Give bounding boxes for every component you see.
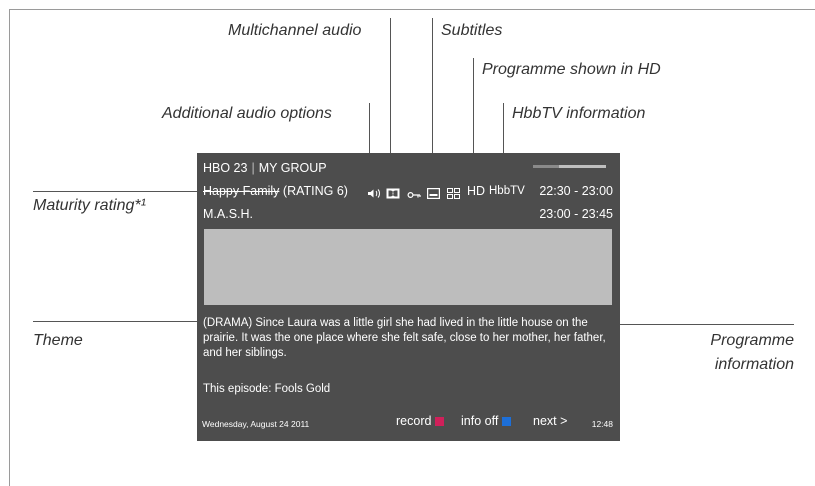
tv-info-screen: HBO 23 | MY GROUP Happy Family (RATING 6) … bbox=[197, 153, 620, 441]
next-button[interactable]: next > bbox=[533, 414, 567, 429]
channel-separator: | bbox=[251, 161, 255, 175]
current-title: Happy Family bbox=[203, 184, 280, 198]
callout-programme-information: Programme information bbox=[640, 332, 794, 374]
callout-multichannel-audio: Multichannel audio bbox=[228, 22, 362, 39]
current-programme-time: 22:30 - 23:00 bbox=[539, 184, 613, 198]
record-button[interactable]: record bbox=[396, 414, 445, 429]
info-off-button[interactable]: info off bbox=[461, 414, 512, 429]
record-label: record bbox=[396, 414, 432, 428]
date-label: Wednesday, August 24 2011 bbox=[202, 419, 310, 429]
leader-programme-information bbox=[604, 324, 794, 325]
current-programme-title[interactable]: Happy Family (RATING 6) bbox=[203, 184, 348, 199]
current-rating: (RATING 6) bbox=[282, 184, 348, 198]
callout-programme-information-line2: information bbox=[714, 356, 794, 373]
red-key-icon bbox=[435, 417, 445, 426]
programme-description: (DRAMA) Since Laura was a little girl sh… bbox=[203, 317, 606, 359]
callout-subtitles: Subtitles bbox=[441, 22, 503, 39]
next-programme-time: 23:00 - 23:45 bbox=[539, 207, 613, 221]
clock: 12:48 bbox=[591, 419, 613, 429]
chevron-right-icon: > bbox=[560, 414, 568, 428]
key-icon bbox=[407, 187, 421, 205]
callout-programme-hd: Programme shown in HD bbox=[482, 61, 661, 78]
speaker-icon bbox=[367, 186, 381, 204]
next-label: next bbox=[533, 414, 557, 428]
hd-label: HD bbox=[467, 184, 486, 198]
channel-name: HBO 23 bbox=[203, 161, 248, 175]
callout-maturity-rating: Maturity rating*¹ bbox=[33, 197, 146, 214]
callout-theme: Theme bbox=[33, 332, 83, 349]
progress-bar bbox=[533, 165, 606, 168]
programme-image-area bbox=[204, 229, 612, 305]
hbbtv-grid-icon bbox=[447, 186, 460, 204]
callout-hbbtv-info: HbbTV information bbox=[512, 105, 646, 122]
dolby-icon bbox=[386, 186, 400, 204]
hbbtv-label: HbbTV bbox=[489, 185, 525, 197]
blue-key-icon bbox=[502, 417, 512, 426]
callout-programme-information-line1: Programme bbox=[710, 332, 794, 349]
group-name: MY GROUP bbox=[258, 161, 327, 175]
progress-bar-fill bbox=[533, 165, 559, 168]
subtitles-icon bbox=[427, 186, 441, 204]
callout-additional-audio: Additional audio options bbox=[162, 105, 332, 122]
episode-info: This episode: Fools Gold bbox=[203, 383, 331, 395]
channel-header: HBO 23 | MY GROUP bbox=[203, 161, 327, 176]
info-off-label: info off bbox=[461, 414, 499, 428]
next-programme-title[interactable]: M.A.S.H. bbox=[203, 207, 253, 222]
